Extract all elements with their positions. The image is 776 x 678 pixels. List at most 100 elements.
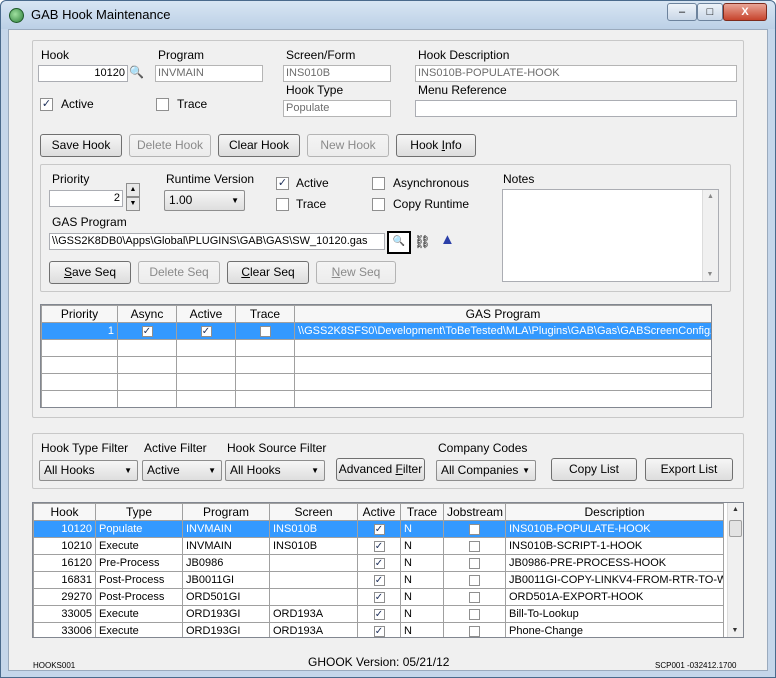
search-icon[interactable]: 🔍 [129, 65, 144, 79]
active-checkbox[interactable]: ✓ [373, 591, 385, 603]
trace-checkbox[interactable] [259, 325, 271, 337]
advanced-filter-button[interactable]: Advanced Filter [336, 458, 425, 481]
title-bar[interactable]: GAB Hook Maintenance ‒ □ X [1, 1, 775, 29]
table-row[interactable]: 29270 Post-Process ORD501GI ✓ N ORD501A-… [33, 588, 724, 606]
jobstream-checkbox[interactable] [469, 523, 480, 535]
col-header-trace[interactable]: Trace [235, 305, 295, 323]
notes-textarea[interactable]: ▲ ▼ [502, 189, 719, 282]
cell-description: ORD501A-EXPORT-HOOK [505, 588, 724, 606]
cell-hook: 33005 [33, 605, 96, 623]
async-checkbox[interactable]: ✓ [141, 325, 153, 337]
col-header-program[interactable]: Program [182, 503, 270, 521]
table-row[interactable]: 10210 Execute INVMAIN INS010B ✓ N INS010… [33, 537, 724, 555]
col-header-trace[interactable]: Trace [400, 503, 444, 521]
minimize-button[interactable]: ‒ [667, 3, 697, 21]
active-checkbox[interactable]: ✓ [373, 540, 385, 552]
save-seq-button[interactable]: Save Seq [49, 261, 131, 284]
col-header-jobstream[interactable]: Jobstream [443, 503, 506, 521]
col-header-type[interactable]: Type [95, 503, 183, 521]
jobstream-checkbox[interactable] [469, 608, 480, 620]
export-list-button[interactable]: Export List [645, 458, 733, 481]
table-row[interactable]: 10120 Populate INVMAIN INS010B ✓ N INS01… [33, 520, 724, 538]
active-checkbox[interactable]: ✓ [373, 557, 385, 569]
company-codes-select[interactable]: All Companies ▼ [436, 460, 536, 481]
jobstream-checkbox[interactable] [469, 557, 480, 569]
active-checkbox[interactable]: ✓ [373, 625, 385, 637]
hook-source-filter-select[interactable]: All Hooks ▼ [225, 460, 325, 481]
status-form-id: HOOKS001 [33, 661, 76, 670]
menu-reference-input[interactable] [415, 100, 737, 117]
maximize-button[interactable]: □ [697, 3, 723, 21]
clear-seq-button[interactable]: Clear Seq [227, 261, 309, 284]
cell-screen: ORD193A [269, 622, 358, 637]
cell-trace: N [400, 622, 444, 637]
active-checkbox[interactable]: ✓ [373, 608, 385, 620]
jobstream-checkbox[interactable] [469, 540, 480, 552]
hook-type-filter-label: Hook Type Filter [41, 441, 129, 455]
copy-list-button[interactable]: Copy List [551, 458, 637, 481]
col-header-async[interactable]: Async [117, 305, 177, 323]
active-checkbox[interactable]: ✓ [373, 574, 385, 586]
col-header-gas-program[interactable]: GAS Program [294, 305, 711, 323]
seq-trace-checkbox[interactable] [276, 198, 289, 211]
active-checkbox[interactable]: ✓ [373, 523, 385, 535]
hook-active-checkbox[interactable]: ✓ [40, 98, 53, 111]
table-row[interactable]: 1 ✓ ✓ \\GSS2K8SFS0\Development\ToBeTeste… [41, 322, 711, 340]
hook-trace-checkbox[interactable] [156, 98, 169, 111]
col-header-priority[interactable]: Priority [41, 305, 118, 323]
table-row[interactable] [41, 339, 711, 357]
jobstream-checkbox[interactable] [469, 625, 480, 637]
col-header-screen[interactable]: Screen [269, 503, 358, 521]
gas-program-input[interactable]: \\GSS2K8DB0\Apps\Global\PLUGINS\GAB\GAS\… [49, 233, 385, 250]
jobstream-checkbox[interactable] [469, 591, 480, 603]
notes-scrollbar[interactable]: ▲ ▼ [702, 190, 718, 281]
new-hook-button[interactable]: New Hook [307, 134, 389, 157]
clear-hook-button[interactable]: Clear Hook [218, 134, 300, 157]
active-checkbox[interactable]: ✓ [200, 325, 212, 337]
cell-type: Populate [95, 520, 183, 538]
cell-type: Execute [95, 605, 183, 623]
priority-down-button[interactable]: ▼ [126, 197, 140, 211]
priority-input[interactable]: 2 [49, 190, 123, 207]
save-hook-button[interactable]: Save Hook [40, 134, 122, 157]
priority-up-button[interactable]: ▲ [126, 183, 140, 197]
chevron-down-icon: ▼ [124, 466, 132, 475]
col-header-hook[interactable]: Hook [33, 503, 96, 521]
binoculars-icon[interactable]: ⛓ [414, 234, 431, 250]
hooks-grid[interactable]: Hook Type Program Screen Active Trace Jo… [32, 502, 744, 638]
runtime-version-select[interactable]: 1.00 ▼ [164, 190, 245, 211]
gas-search-icon[interactable]: 🔍 [387, 231, 411, 254]
cell-screen [269, 571, 358, 589]
active-filter-select[interactable]: Active ▼ [142, 460, 222, 481]
table-row[interactable]: 16120 Pre-Process JB0986 ✓ N JB0986-PRE-… [33, 554, 724, 572]
table-row[interactable]: 33006 Execute ORD193GI ORD193A ✓ N Phone… [33, 622, 724, 637]
delete-hook-button[interactable]: Delete Hook [129, 134, 211, 157]
col-header-active[interactable]: Active [357, 503, 401, 521]
hook-info-button[interactable]: Hook Info [396, 134, 476, 157]
sequence-grid[interactable]: Priority Async Active Trace GAS Program … [40, 304, 712, 408]
new-seq-button[interactable]: New Seq [316, 261, 396, 284]
col-header-description[interactable]: Description [505, 503, 724, 521]
table-row[interactable] [41, 356, 711, 374]
wizard-hat-icon[interactable]: ▲ [440, 231, 455, 248]
delete-seq-button[interactable]: Delete Seq [138, 261, 220, 284]
cell-screen [269, 588, 358, 606]
cell-trace: N [400, 554, 444, 572]
table-row[interactable]: 33005 Execute ORD193GI ORD193A ✓ N Bill-… [33, 605, 724, 623]
table-row[interactable] [41, 390, 711, 407]
hook-type-filter-select[interactable]: All Hooks ▼ [39, 460, 138, 481]
hook-input[interactable]: 10120 [38, 65, 128, 82]
jobstream-checkbox[interactable] [469, 574, 480, 586]
copy-runtime-checkbox[interactable] [372, 198, 385, 211]
cell-type: Post-Process [95, 571, 183, 589]
close-button[interactable]: X [723, 3, 767, 21]
table-row[interactable] [41, 373, 711, 391]
seq-active-label: Active [296, 176, 329, 190]
asynchronous-checkbox[interactable] [372, 177, 385, 190]
hooks-grid-scrollbar[interactable]: ▲ ▼ [727, 503, 743, 637]
table-row[interactable]: 16831 Post-Process JB0011GI ✓ N JB0011GI… [33, 571, 724, 589]
scroll-thumb[interactable] [729, 520, 742, 537]
col-header-active[interactable]: Active [176, 305, 236, 323]
cell-hook: 29270 [33, 588, 96, 606]
seq-active-checkbox[interactable]: ✓ [276, 177, 289, 190]
